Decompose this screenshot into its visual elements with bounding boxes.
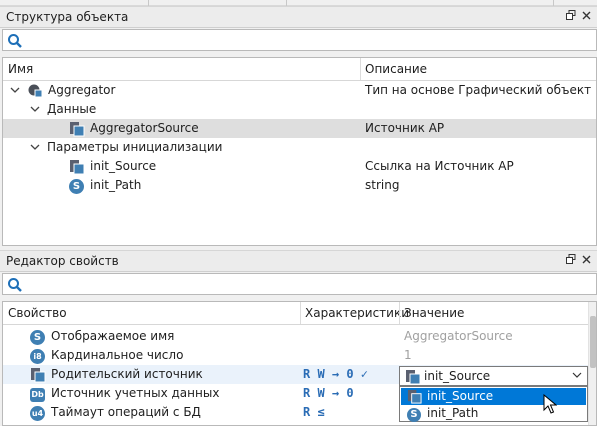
tree-row-init-path[interactable]: S init_Path string bbox=[3, 176, 596, 195]
header-divider bbox=[3, 324, 596, 325]
source-icon bbox=[31, 368, 46, 383]
prop-name: Кардинальное число bbox=[51, 348, 184, 362]
tree-row-name: Параметры инициализации bbox=[47, 140, 223, 154]
search-icon bbox=[8, 34, 22, 48]
prop-row-display-name[interactable]: S Отображаемое имя AggregatorSource bbox=[3, 327, 596, 346]
structure-search-bar[interactable] bbox=[2, 29, 597, 51]
combo-dropdown-list: init_Source S init_Path bbox=[399, 386, 588, 422]
tree-row-aggregator-source[interactable]: AggregatorSource Источник АР bbox=[3, 119, 596, 138]
string-icon: S bbox=[69, 178, 85, 194]
source-icon bbox=[406, 370, 421, 385]
prop-characteristics: R W → 0 ✓ bbox=[303, 367, 369, 381]
string-icon: S bbox=[407, 406, 421, 422]
mouse-cursor-icon bbox=[543, 394, 557, 414]
prop-row-cardinality[interactable]: i8 Кардинальное число 1 bbox=[3, 346, 596, 365]
column-header-name[interactable]: Имя bbox=[8, 58, 33, 80]
search-icon bbox=[8, 278, 22, 292]
uint4-icon: u4 bbox=[30, 405, 46, 421]
scrollbar-thumb[interactable] bbox=[590, 316, 596, 368]
tree-row-description: Тип на основе Графический объект bbox=[365, 83, 592, 97]
column-separator[interactable] bbox=[399, 302, 400, 324]
combo-selected-value: init_Source bbox=[424, 369, 491, 383]
props-panel-header: Редактор свойств bbox=[0, 250, 597, 272]
column-header-value[interactable]: Значение bbox=[404, 302, 464, 324]
tree-row-init-source[interactable]: init_Source Ссылка на Источник АР bbox=[3, 157, 596, 176]
close-panel-icon[interactable] bbox=[582, 254, 591, 267]
string-icon: S bbox=[30, 329, 46, 345]
tree-row-name: Данные bbox=[47, 102, 97, 116]
tree-row-description: Источник АР bbox=[365, 121, 445, 135]
column-header-description[interactable]: Описание bbox=[365, 58, 427, 80]
dropdown-option-label: init_Path bbox=[427, 406, 479, 420]
structure-panel-title: Структура объекта bbox=[6, 10, 129, 24]
prop-name: Источник учетных данных bbox=[51, 386, 220, 400]
prop-characteristics: R W → 0 bbox=[303, 386, 354, 400]
props-search-bar[interactable] bbox=[2, 273, 597, 295]
prop-name: Родительский источник bbox=[51, 367, 203, 381]
props-scrollbar[interactable] bbox=[588, 302, 596, 425]
chevron-down-icon[interactable] bbox=[9, 84, 21, 96]
dropdown-option-init-path[interactable]: S init_Path bbox=[401, 405, 586, 422]
tree-row-aggregator[interactable]: Aggregator Тип на основе Графический объ… bbox=[3, 81, 596, 100]
database-icon: Db bbox=[30, 386, 46, 402]
source-icon bbox=[70, 160, 85, 175]
structure-tree: Имя Описание Aggregator Тип на основе Гр… bbox=[2, 57, 597, 246]
prop-value: 1 bbox=[404, 348, 412, 362]
tree-row-data[interactable]: Данные bbox=[3, 100, 596, 119]
float-panel-icon[interactable] bbox=[566, 10, 576, 23]
source-icon bbox=[70, 122, 85, 137]
tree-row-name: init_Path bbox=[90, 178, 142, 192]
prop-name: Отображаемое имя bbox=[51, 329, 175, 343]
structure-panel-header: Структура объекта bbox=[0, 6, 597, 28]
column-header-property[interactable]: Свойство bbox=[8, 302, 67, 324]
tree-row-name: AggregatorSource bbox=[90, 121, 199, 135]
props-panel-title: Редактор свойств bbox=[6, 254, 119, 268]
column-separator[interactable] bbox=[360, 58, 361, 80]
prop-name: Таймаут операций с БД bbox=[51, 405, 201, 419]
dropdown-option-init-source[interactable]: init_Source bbox=[401, 388, 586, 405]
object-icon bbox=[28, 84, 43, 98]
dropdown-option-label: init_Source bbox=[427, 389, 494, 403]
tree-row-init-params[interactable]: Параметры инициализации bbox=[3, 138, 596, 157]
tree-row-name: init_Source bbox=[90, 159, 157, 173]
column-header-characteristics[interactable]: Характеристики bbox=[305, 302, 409, 324]
prop-value: AggregatorSource bbox=[404, 329, 513, 343]
tree-row-description: Ссылка на Источник АР bbox=[365, 159, 514, 173]
close-panel-icon[interactable] bbox=[582, 10, 591, 23]
tree-row-description: string bbox=[365, 178, 400, 192]
structure-search-input[interactable] bbox=[27, 32, 587, 48]
chevron-down-icon[interactable] bbox=[29, 141, 41, 153]
props-search-input[interactable] bbox=[27, 276, 587, 292]
chevron-down-icon[interactable] bbox=[29, 103, 41, 115]
prop-characteristics: R ≤ bbox=[303, 405, 325, 419]
tree-row-name: Aggregator bbox=[48, 83, 116, 97]
int8-icon: i8 bbox=[30, 348, 46, 364]
source-icon bbox=[407, 389, 422, 404]
parent-source-combo[interactable]: init_Source bbox=[399, 366, 588, 386]
chevron-down-icon[interactable] bbox=[572, 371, 582, 379]
column-separator[interactable] bbox=[300, 302, 301, 324]
float-panel-icon[interactable] bbox=[566, 254, 576, 267]
